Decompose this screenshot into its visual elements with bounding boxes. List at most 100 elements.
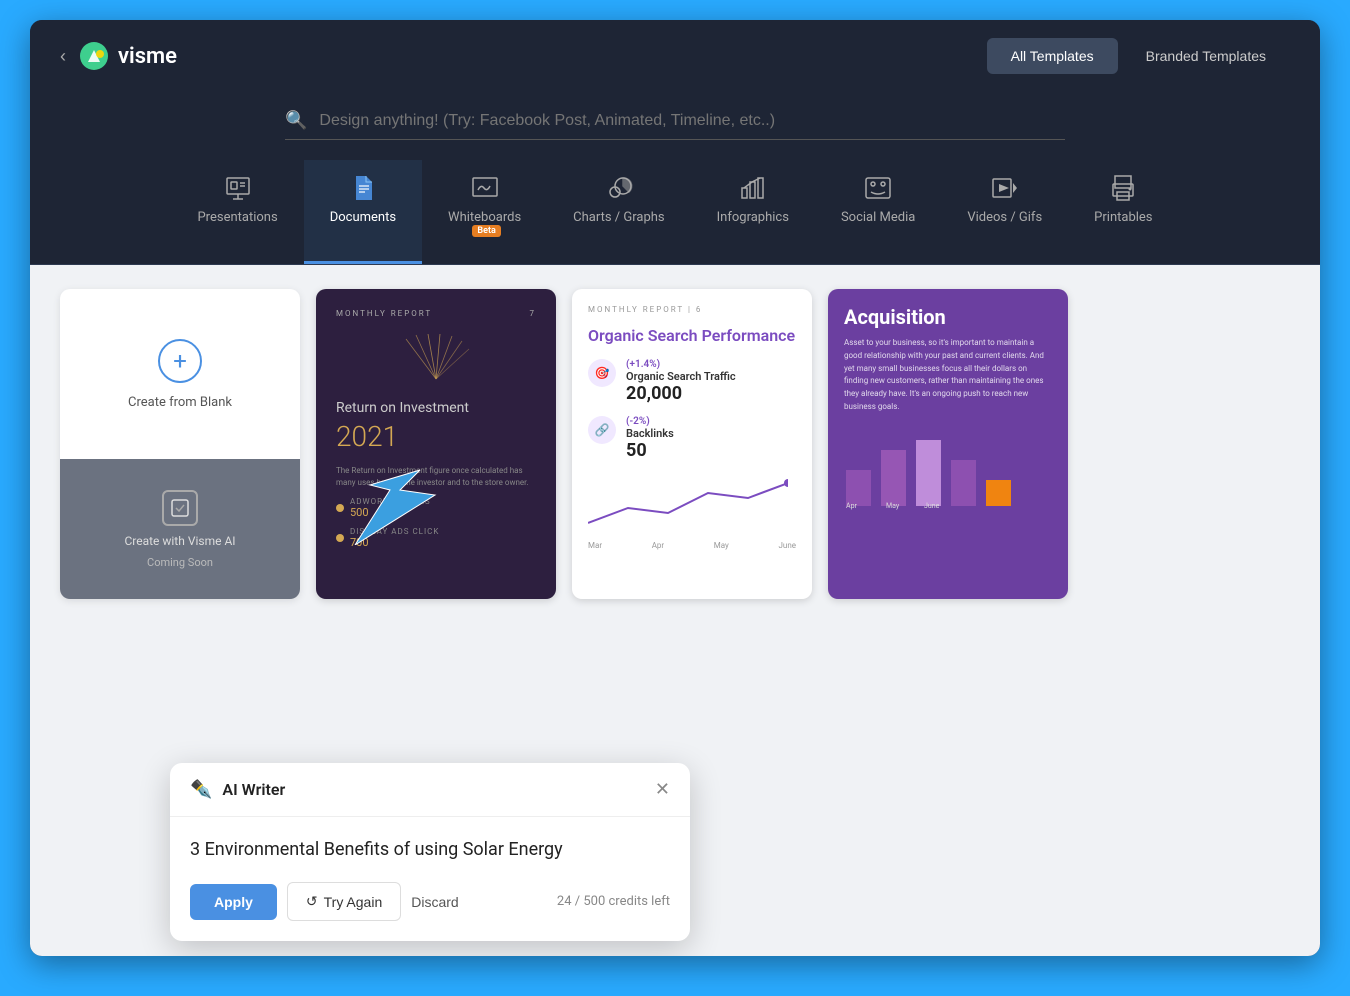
purple-card-content: Acquisition Asset to your business, so i… xyxy=(828,289,1068,430)
presentations-icon xyxy=(224,174,252,202)
tab-social-media-label: Social Media xyxy=(841,210,915,225)
mini-chart: MarAprMayJune xyxy=(588,473,796,550)
app-header: ‹ visme All Templates Branded Templates xyxy=(30,20,1320,92)
ai-label: Create with Visme AI xyxy=(124,534,235,548)
metric-icon2: 🔗 xyxy=(588,416,616,444)
tab-videos-label: Videos / Gifs xyxy=(967,210,1042,225)
report-title: MONTHLY REPORT xyxy=(336,309,432,318)
beta-badge: Beta xyxy=(472,225,500,237)
chart-labels: MarAprMayJune xyxy=(588,541,796,550)
dialog-body: 3 Environmental Benefits of using Solar … xyxy=(170,817,690,941)
header-left: ‹ visme xyxy=(60,40,177,72)
try-again-button[interactable]: ↺ Try Again xyxy=(287,882,401,921)
search-bar: 🔍 xyxy=(30,92,1320,160)
refresh-icon: ↺ xyxy=(306,893,318,910)
try-again-label: Try Again xyxy=(324,894,383,910)
back-button[interactable]: ‹ xyxy=(60,46,66,67)
organic-metric2: 🔗 (-2%) Backlinks 50 xyxy=(588,416,796,461)
metric-info1: (+1.4%) Organic Search Traffic 20,000 xyxy=(626,359,796,404)
acq-title: Acquisition xyxy=(844,305,1052,329)
visme-logo-icon xyxy=(78,40,110,72)
apply-button[interactable]: Apply xyxy=(190,884,277,920)
nav-tabs: Presentations Documents WhiteboardsBeta xyxy=(30,160,1320,265)
videos-icon xyxy=(991,174,1019,202)
dialog-header: ✒️ AI Writer ✕ xyxy=(170,763,690,817)
organic-metric1: 🎯 (+1.4%) Organic Search Traffic 20,000 xyxy=(588,359,796,404)
tab-printables-label: Printables xyxy=(1094,210,1152,225)
generated-text: 3 Environmental Benefits of using Solar … xyxy=(190,837,670,862)
credits-left-label: credits left xyxy=(609,894,671,909)
printables-icon xyxy=(1109,174,1137,202)
main-content: + Create from Blank Create with Visme AI… xyxy=(30,265,1320,956)
tab-charts-graphs[interactable]: Charts / Graphs xyxy=(547,160,690,264)
organic-change2: (-2%) xyxy=(626,416,796,427)
template-card-organic[interactable]: MONTHLY REPORT | 6 Organic Search Perfor… xyxy=(572,289,812,599)
whiteboards-icon xyxy=(471,174,499,202)
metric-icon1: 🎯 xyxy=(588,359,616,387)
organic-number2: 50 xyxy=(626,440,796,461)
arrow-pointer xyxy=(340,465,440,549)
social-media-icon xyxy=(864,174,892,202)
dialog-title-wrap: ✒️ AI Writer xyxy=(190,779,285,800)
dark-card-header: MONTHLY REPORT 7 xyxy=(336,309,536,318)
organic-card-content: MONTHLY REPORT | 6 Organic Search Perfor… xyxy=(572,289,812,599)
ai-writer-dialog: ✒️ AI Writer ✕ 3 Environmental Benefits … xyxy=(170,763,690,941)
ai-icon xyxy=(162,490,198,526)
svg-text:May: May xyxy=(886,502,900,510)
tab-presentations-label: Presentations xyxy=(197,210,277,225)
search-icon: 🔍 xyxy=(285,110,307,131)
organic-name1: Organic Search Traffic xyxy=(626,370,796,383)
documents-icon xyxy=(349,174,377,202)
tab-presentations[interactable]: Presentations xyxy=(171,160,303,264)
dark-card-content: MONTHLY REPORT 7 xyxy=(316,289,556,599)
tab-documents-label: Documents xyxy=(330,210,396,225)
credits-used: 24 xyxy=(557,894,572,909)
credits-total: 500 xyxy=(583,894,605,909)
tab-charts-label: Charts / Graphs xyxy=(573,210,664,225)
roi-card-title: Return on Investment xyxy=(336,400,536,416)
all-templates-tab[interactable]: All Templates xyxy=(987,38,1118,74)
tab-whiteboards-label: Whiteboards xyxy=(448,210,521,225)
roi-card-year: 2021 xyxy=(336,420,536,453)
report-page: 7 xyxy=(530,309,537,318)
credits-info: 24 / 500 credits left xyxy=(557,894,670,909)
organic-name2: Backlinks xyxy=(626,427,796,440)
template-tabs: All Templates Branded Templates xyxy=(987,38,1290,74)
create-blank-top[interactable]: + Create from Blank xyxy=(60,289,300,459)
logo-text: visme xyxy=(118,44,177,69)
template-card-acquisition[interactable]: Acquisition Asset to your business, so i… xyxy=(828,289,1068,599)
search-wrap: 🔍 xyxy=(285,102,1065,140)
search-input[interactable] xyxy=(319,112,1065,130)
coming-soon-label: Coming Soon xyxy=(147,556,213,569)
dialog-title: AI Writer xyxy=(222,780,285,799)
organic-change1: (+1.4%) xyxy=(626,359,796,370)
organic-title: Organic Search Performance xyxy=(588,326,796,347)
create-blank-card[interactable]: + Create from Blank Create with Visme AI… xyxy=(60,289,300,599)
sunburst-graphic xyxy=(336,334,536,388)
template-card-roi[interactable]: MONTHLY REPORT 7 xyxy=(316,289,556,599)
infographics-icon xyxy=(739,174,767,202)
organic-card-header: MONTHLY REPORT | 6 xyxy=(588,305,796,314)
tab-whiteboards[interactable]: WhiteboardsBeta xyxy=(422,160,547,264)
tab-infographics[interactable]: Infographics xyxy=(691,160,815,264)
branded-templates-tab[interactable]: Branded Templates xyxy=(1122,38,1290,74)
dialog-footer: Apply ↺ Try Again Discard 24 / 500 credi… xyxy=(190,882,670,921)
acq-text: Asset to your business, so it's importan… xyxy=(844,337,1052,414)
dialog-close-button[interactable]: ✕ xyxy=(655,779,670,800)
tab-infographics-label: Infographics xyxy=(717,210,789,225)
charts-icon xyxy=(605,174,633,202)
tab-social-media[interactable]: Social Media xyxy=(815,160,941,264)
logo: visme xyxy=(78,40,177,72)
tab-documents[interactable]: Documents xyxy=(304,160,422,264)
create-blank-label: Create from Blank xyxy=(128,395,232,410)
acq-chart: Apr May June xyxy=(828,430,1068,522)
ai-writer-icon: ✒️ xyxy=(190,779,212,800)
organic-number1: 20,000 xyxy=(626,383,796,404)
tab-videos-gifs[interactable]: Videos / Gifs xyxy=(941,160,1068,264)
svg-text:Apr: Apr xyxy=(846,502,857,510)
create-ai-section: Create with Visme AI Coming Soon xyxy=(60,459,300,599)
tab-printables[interactable]: Printables xyxy=(1068,160,1178,264)
svg-text:June: June xyxy=(924,502,940,510)
discard-button[interactable]: Discard xyxy=(411,894,458,910)
plus-icon: + xyxy=(158,339,202,383)
